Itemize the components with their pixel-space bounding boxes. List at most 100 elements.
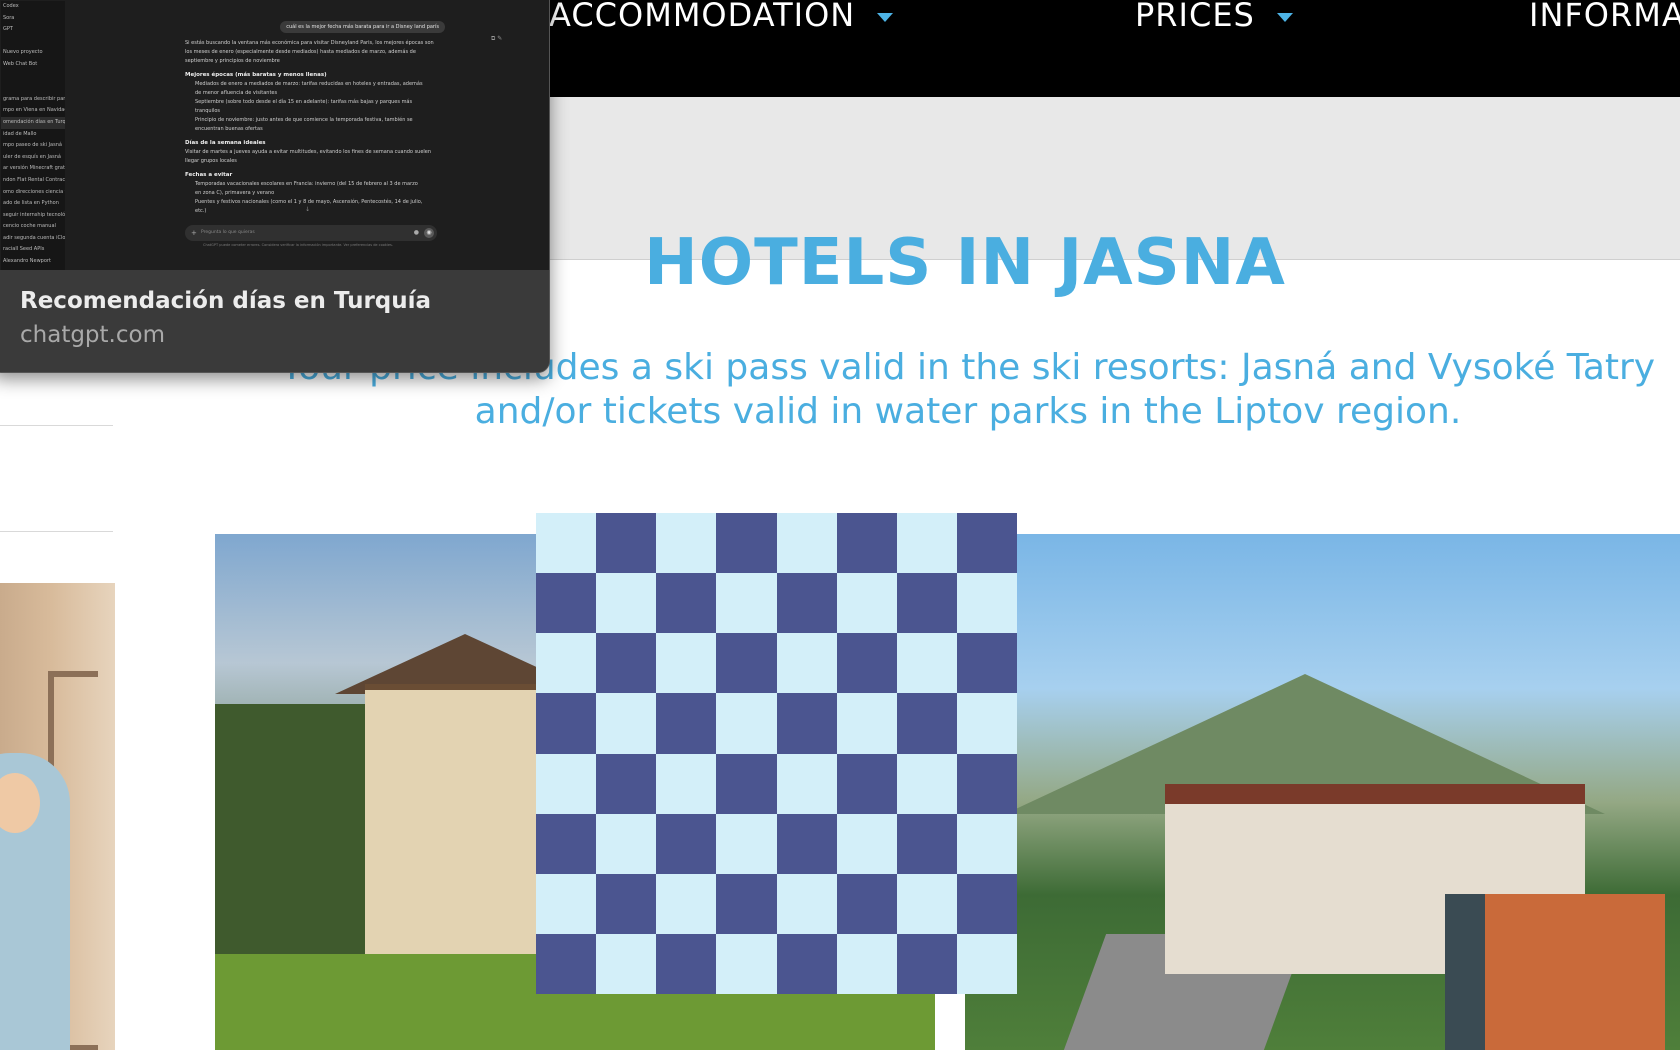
checker-cell [596,933,657,994]
answer-paragraph: Visitar de martes a jueves ayuda a evita… [185,149,432,164]
checker-cell [716,633,777,694]
nav-accommodation[interactable]: ACCOMMODATION [549,0,894,34]
checker-cell [836,933,897,994]
checker-cell [956,693,1017,754]
checker-cell [536,753,597,814]
checker-cell [596,633,657,694]
mic-icon: ● [413,229,419,236]
checker-cell [896,573,957,634]
checker-cell [596,753,657,814]
checker-cell [776,933,837,994]
checker-cell [776,753,837,814]
checker-cell [896,513,957,574]
hotel-photo-2[interactable] [965,534,1680,1050]
answer-bullet: Mediados de enero a mediados de marzo: t… [195,81,423,96]
checker-cell [776,573,837,634]
sidebar-chat-item: ado de lista en Python [3,200,59,207]
checker-cell [716,693,777,754]
chevron-down-icon [1276,12,1293,22]
nav-information[interactable]: INFORMA [1529,0,1680,34]
checker-cell [716,933,777,994]
answer-intro: Si estás buscando la ventana más económi… [185,40,434,64]
checker-cell [896,933,957,994]
sidebar-chat-item: cencio coche manual [3,223,56,230]
checker-cell [716,513,777,574]
checker-cell [656,813,717,874]
checker-cell [896,693,957,754]
checker-cell [596,573,657,634]
checker-cell [536,513,597,574]
checker-cell [956,633,1017,694]
thumb-sidebar: Codex Sora GPT Nuevo proyecto Web Chat Bot gr… [1,1,65,270]
checker-cell [836,813,897,874]
checker-cell [836,873,897,934]
chevron-down-icon [877,12,894,22]
checker-cell [716,873,777,934]
nav-accommodation-label: ACCOMMODATION [549,0,856,34]
nav-information-label: INFORMA [1529,0,1680,34]
answer-bullet: Principio de noviembre: justo antes de q… [195,117,413,132]
window-url: chatgpt.com [20,322,165,348]
checker-cell [776,633,837,694]
sidebar-chat-item: Alexandro Newport [3,258,51,265]
image-placeholder-checkerboard [536,513,1017,994]
sidebar-chat-item: mpo paseo de ski Jasná [3,142,62,149]
checker-cell [776,813,837,874]
checker-cell [656,753,717,814]
checker-cell [956,753,1017,814]
sidebar-chat-item: GPT [3,26,13,33]
checker-cell [836,693,897,754]
checker-cell [896,633,957,694]
chat-input-placeholder: Pregunta lo que quieras [201,230,255,235]
nav-prices[interactable]: PRICES [1135,0,1293,34]
answer-bullet: Temporadas vacacionales escolares en Fra… [195,181,418,196]
page-title-text: HOTELS IN JASNÁ [644,236,1286,300]
checker-cell [536,933,597,994]
checker-cell [836,753,897,814]
checker-cell [656,633,717,694]
checker-cell [656,573,717,634]
sidebar-chat-item: idad de Mallo [3,130,37,137]
plus-icon: + [191,229,197,237]
checker-cell [896,873,957,934]
arrow-down-icon: ↓ [305,206,311,213]
sidebar-chat-item: uler de esquís en Jasná [3,153,61,160]
sidebar-chat-item: Nuevo proyecto [3,49,43,56]
sidebar-chat-item: seguir internship tecnológica [3,211,65,218]
checker-cell [536,573,597,634]
checker-cell [776,873,837,934]
window-thumbnail: Codex Sora GPT Nuevo proyecto Web Chat Bot gr… [0,0,549,270]
checker-cell [956,813,1017,874]
answer-bullet: Septiembre (sobre todo desde el día 15 e… [195,99,413,114]
checker-cell [836,633,897,694]
nav-prices-label: PRICES [1135,0,1255,34]
checker-cell [956,873,1017,934]
sidebar-chat-item: raciall Seed APIs [3,246,45,253]
disclaimer: ChatGPT puede cometer errores. Considera… [203,243,393,247]
window-preview-info: Recomendación días en Turquía chatgpt.co… [0,270,549,372]
chat-input: + Pregunta lo que quieras ● ◉ [185,225,437,241]
checker-cell [596,873,657,934]
sidebar-chat-item: Sora [3,14,15,21]
hotel-annex [1445,894,1665,1050]
sidebar-chat-item [1,71,65,83]
checker-cell [716,813,777,874]
sidebar-chat-item: Web Chat Bot [3,60,38,67]
checker-cell [536,633,597,694]
checker-cell [776,513,837,574]
window-title: Recomendación días en Turquía [20,288,432,314]
browser-viewport: ACCOMMODATION PRICES INFORMA HOTELS IN J… [0,0,1680,1050]
checker-cell [776,693,837,754]
family-photo[interactable] [0,583,115,1050]
divider [0,425,113,426]
checker-cell [716,753,777,814]
sidebar-chat-item: mpo en Viena en Navidad [3,107,65,114]
window-preview-popup[interactable]: Codex Sora GPT Nuevo proyecto Web Chat Bot gr… [0,0,550,373]
checker-cell [716,573,777,634]
checker-cell [656,513,717,574]
checker-cell [656,933,717,994]
answer-heading-3: Fechas a evitar [185,172,233,178]
voice-icon: ◉ [424,228,434,238]
sidebar-chat-item: grama para describir pantalla [3,95,65,102]
checker-cell [656,873,717,934]
